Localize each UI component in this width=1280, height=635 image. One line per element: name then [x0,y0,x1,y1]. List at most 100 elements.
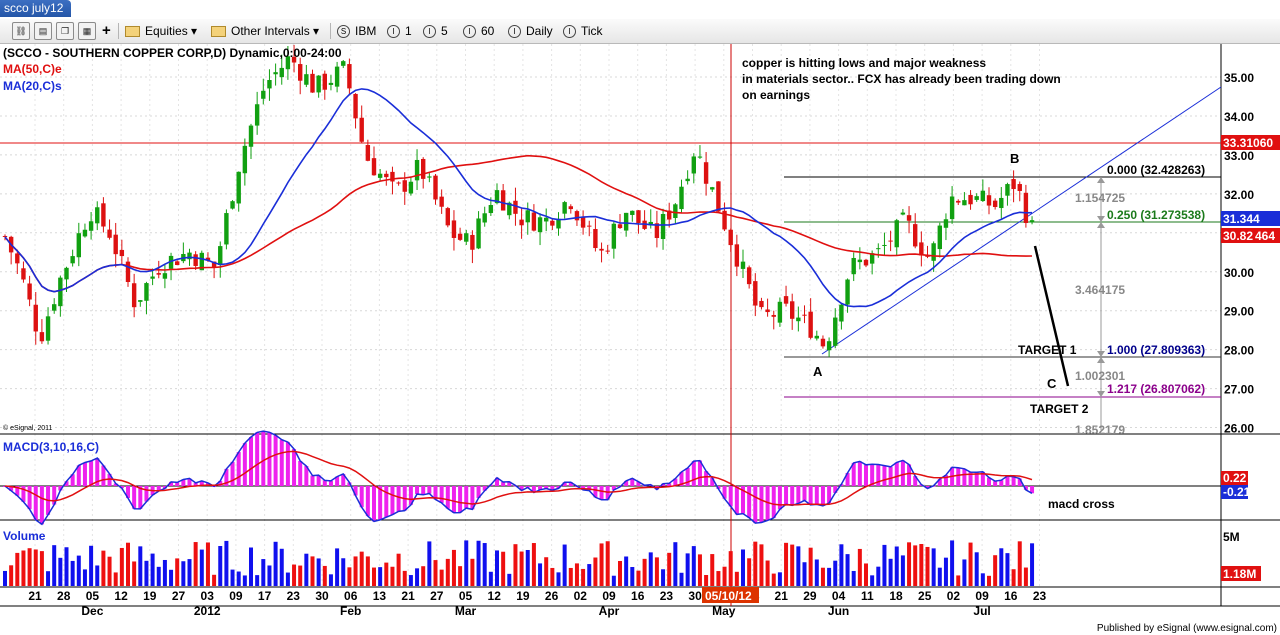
volume-bar [943,557,948,586]
candle-body [162,273,168,279]
volume-bar [556,572,561,586]
date-axis-tick-label: 02 [574,589,588,603]
macd-histogram-bar [882,465,887,486]
candle-body [427,176,432,178]
candle-body [82,229,88,237]
volume-bar [199,549,204,586]
candle-body [580,216,586,228]
macd-histogram-bar [691,461,696,486]
candle-body [107,229,112,238]
volume-bar [169,569,174,586]
candle-body [402,180,407,192]
volume-bar [322,565,327,586]
volume-bar [747,558,752,586]
volume-bar [408,575,413,586]
comment-line-2: in materials sector.. FCX has already be… [742,72,1061,86]
volume-bar [304,553,309,586]
volume-bar [458,566,463,586]
date-axis-tick-label: 21 [28,589,42,603]
macd-signal-tag-text: 0.22 [1223,471,1247,485]
volume-bar [1023,567,1028,586]
volume-bar [931,548,936,586]
volume-bar [790,544,795,586]
ma50-tag-extra: 464 [1255,229,1275,243]
date-axis-tick-label: 16 [1004,589,1018,603]
volume-bar [415,568,420,586]
volume-bar [827,567,832,586]
date-axis-tick-label: 17 [258,589,272,603]
volume-bar [328,574,333,586]
candle-body [365,145,371,161]
volume-bar [876,566,881,586]
volume-bar [212,574,217,586]
candle-body [790,301,795,319]
volume-bar [593,557,598,586]
candle-body [888,240,893,242]
candle-body [1023,192,1029,223]
candle-body [660,213,666,240]
volume-bar [298,565,303,586]
fib-measure-2: 3.464175 [1075,283,1125,297]
candle-body [777,301,783,323]
candle-body [15,253,20,264]
volume-bar [599,543,604,586]
candle-body [113,234,118,255]
candle-body [328,82,334,85]
volume-bar [58,557,63,586]
volume-5m-tick: 5M [1223,530,1240,544]
candle-body [703,162,709,184]
volume-bar [316,558,321,586]
volume-tag-text: 1.18M [1223,567,1256,581]
volume-bar [679,572,684,586]
volume-bar [378,567,383,586]
volume-bar [21,550,26,586]
stock-chart[interactable]: 35.0034.0033.0032.0031.0030.0029.0028.00… [0,0,1280,635]
candle-body [587,225,592,227]
candle-body [273,72,278,75]
volume-bar [365,556,370,586]
volume-bar [249,547,253,586]
candle-body [138,300,143,302]
candle-body [857,259,863,263]
macd-histogram-bar [802,486,807,501]
date-axis-tick-label: 21 [775,589,789,603]
candle-body [236,171,241,204]
price-axis-tick-label: 27.00 [1224,383,1254,397]
macd-histogram-bar [285,442,290,486]
volume-bar [353,556,358,586]
fib-label-1217: 1.217 (26.807062) [1107,382,1205,396]
macd-histogram-bar [747,486,752,518]
macd-histogram-bar [396,486,401,512]
candle-body [759,300,764,308]
volume-bar [1030,543,1035,586]
candle-body [630,210,635,215]
volume-bar [132,561,137,586]
candle-body [716,181,721,212]
volume-bar [716,571,721,586]
volume-bar [630,567,635,586]
volume-bar [864,563,868,586]
candle-body [156,273,161,275]
volume-bar [89,545,94,586]
candle-body [814,335,819,339]
candle-body [931,243,936,261]
volume-bar [525,549,530,586]
price-axis-tick-label: 35.00 [1224,71,1254,85]
comment-line-3: on earnings [742,88,810,102]
date-axis-month-label: Dec [81,604,103,618]
date-axis-tick-label: 30 [315,589,329,603]
macd-histogram-bar [242,443,247,486]
macd-histogram-bar [365,486,370,517]
date-axis-tick-label: 23 [660,589,674,603]
volume-bar [550,567,555,586]
date-cursor-tag-text: 05/10/12 [705,589,752,603]
candle-body [771,314,776,317]
fib-label-0: 0.000 (32.428263) [1107,163,1205,177]
macd-histogram-bar [273,435,278,486]
volume-bar [70,560,75,586]
candle-body [95,207,100,224]
volume-bar [101,550,106,586]
volume-bar [27,548,32,586]
date-axis-month-label: 2012 [194,604,221,618]
volume-bar [741,549,745,586]
